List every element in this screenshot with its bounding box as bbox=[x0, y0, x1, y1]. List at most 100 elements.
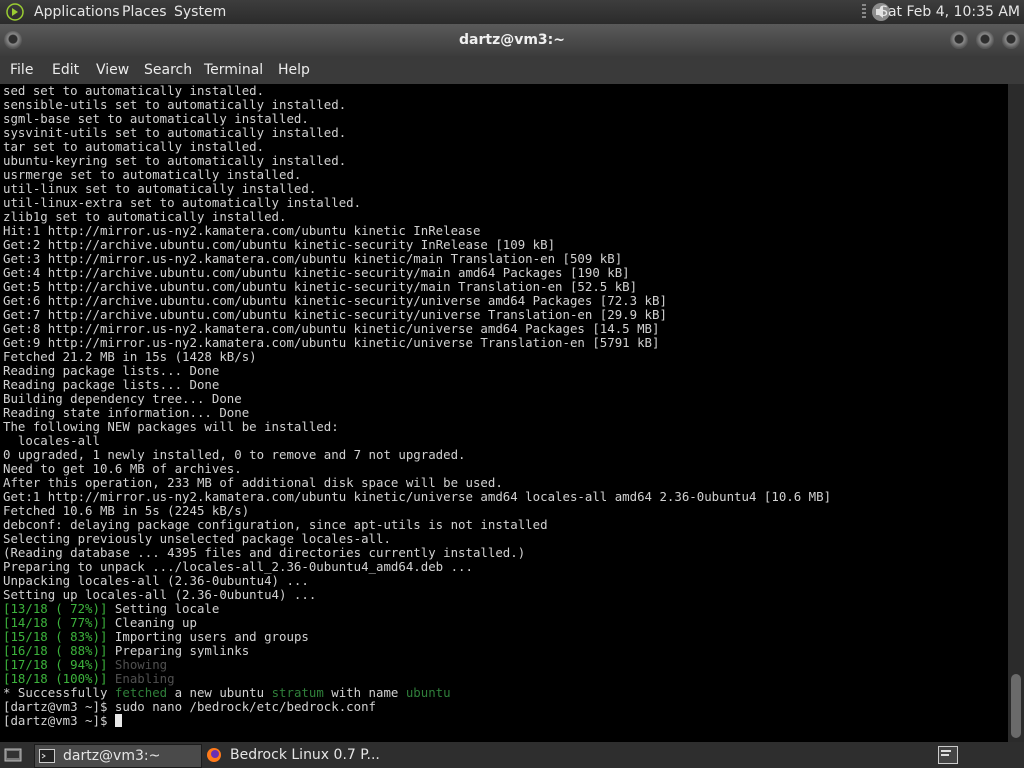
active-prompt-line[interactable]: [dartz@vm3 ~]$ bbox=[3, 713, 122, 728]
output-line: Get:2 http://archive.ubuntu.com/ubuntu k… bbox=[3, 237, 556, 252]
output-line: Get:3 http://mirror.us-ny2.kamatera.com/… bbox=[3, 251, 623, 266]
prompt-line: [dartz@vm3 ~]$ sudo nano /bedrock/etc/be… bbox=[3, 699, 376, 714]
progress-steps: [13/18 ( 72%)] Setting locale [14/18 ( 7… bbox=[3, 601, 309, 686]
terminal-scrollbar[interactable] bbox=[1008, 84, 1024, 742]
output-line: Reading package lists... Done bbox=[3, 363, 220, 378]
terminal-text: sed set to automatically installed. sens… bbox=[0, 84, 1008, 728]
show-desktop-icon[interactable] bbox=[4, 746, 22, 764]
places-menu[interactable]: Places bbox=[122, 0, 167, 24]
window-titlebar[interactable]: dartz@vm3:~ bbox=[0, 24, 1024, 56]
taskbar-terminal[interactable]: dartz@vm3:~ bbox=[34, 744, 202, 768]
success-mid2: with name bbox=[323, 685, 406, 700]
applications-menu[interactable]: Applications bbox=[34, 0, 120, 24]
terminal-icon bbox=[39, 749, 55, 763]
shell-prompt: [dartz@vm3 ~]$ bbox=[3, 699, 108, 714]
step-label: Setting locale bbox=[114, 601, 220, 616]
progress-step: [18/18 (100%)] Enabling bbox=[3, 671, 175, 686]
taskbar-firefox-label: Bedrock Linux 0.7 P... bbox=[230, 747, 380, 763]
step-label: Importing users and groups bbox=[114, 629, 309, 644]
text-cursor bbox=[114, 714, 122, 727]
taskbar-terminal-label: dartz@vm3:~ bbox=[63, 748, 161, 764]
menu-view[interactable]: View bbox=[96, 56, 129, 84]
step-label: Cleaning up bbox=[114, 615, 197, 630]
progress-step: [13/18 ( 72%)] Setting locale bbox=[3, 601, 219, 616]
success-word-name: ubuntu bbox=[405, 685, 451, 700]
success-word-fetched: fetched bbox=[114, 685, 168, 700]
output-line: debconf: delaying package configuration,… bbox=[3, 517, 548, 532]
minimize-button[interactable] bbox=[950, 31, 968, 49]
system-menu[interactable]: System bbox=[174, 0, 226, 24]
menu-file[interactable]: File bbox=[10, 56, 33, 84]
output-line: locales-all bbox=[3, 433, 100, 448]
success-word-stratum: stratum bbox=[271, 685, 324, 700]
close-button[interactable] bbox=[1002, 31, 1020, 49]
output-line: util-linux-extra set to automatically in… bbox=[3, 195, 362, 210]
step-label: Showing bbox=[114, 657, 168, 672]
output-line: Setting up locales-all (2.36-0ubuntu4) .… bbox=[3, 587, 317, 602]
output-line: sensible-utils set to automatically inst… bbox=[3, 97, 347, 112]
output-line: sysvinit-utils set to automatically inst… bbox=[3, 125, 347, 140]
menu-edit[interactable]: Edit bbox=[52, 56, 79, 84]
panel-grip bbox=[862, 4, 866, 20]
step-counter: [18/18 (100%)] bbox=[3, 671, 108, 686]
output-line: Selecting previously unselected package … bbox=[3, 531, 391, 546]
output-line: Need to get 10.6 MB of archives. bbox=[3, 461, 242, 476]
output-line: sgml-base set to automatically installed… bbox=[3, 111, 309, 126]
output-line: zlib1g set to automatically installed. bbox=[3, 209, 287, 224]
output-line: Reading package lists... Done bbox=[3, 377, 220, 392]
menubar: File Edit View Search Terminal Help bbox=[0, 56, 1024, 84]
step-counter: [13/18 ( 72%)] bbox=[3, 601, 108, 616]
output-line: (Reading database ... 4395 files and dir… bbox=[3, 545, 526, 560]
output-line: Fetched 10.6 MB in 5s (2245 kB/s) bbox=[3, 503, 250, 518]
success-prefix: * Successfully bbox=[3, 685, 115, 700]
workspace-icon[interactable] bbox=[938, 746, 958, 764]
output-line: 0 upgraded, 1 newly installed, 0 to remo… bbox=[3, 447, 466, 462]
output-line: Hit:1 http://mirror.us-ny2.kamatera.com/… bbox=[3, 223, 481, 238]
step-counter: [15/18 ( 83%)] bbox=[3, 629, 108, 644]
output-line: Get:6 http://archive.ubuntu.com/ubuntu k… bbox=[3, 293, 667, 308]
output-line: Get:7 http://archive.ubuntu.com/ubuntu k… bbox=[3, 307, 667, 322]
output-line: Get:5 http://archive.ubuntu.com/ubuntu k… bbox=[3, 279, 638, 294]
success-mid: a new ubuntu bbox=[167, 685, 272, 700]
output-line: sed set to automatically installed. bbox=[3, 84, 265, 98]
scrollbar-thumb[interactable] bbox=[1011, 674, 1021, 738]
maximize-button[interactable] bbox=[976, 31, 994, 49]
bottom-panel: dartz@vm3:~ Bedrock Linux 0.7 P... bbox=[0, 742, 1024, 768]
output-line: ubuntu-keyring set to automatically inst… bbox=[3, 153, 347, 168]
menu-search[interactable]: Search bbox=[144, 56, 192, 84]
output-line: The following NEW packages will be insta… bbox=[3, 419, 339, 434]
gnome-foot-icon[interactable] bbox=[6, 3, 24, 21]
output-line: tar set to automatically installed. bbox=[3, 139, 265, 154]
menu-help[interactable]: Help bbox=[278, 56, 310, 84]
window-title: dartz@vm3:~ bbox=[459, 32, 565, 48]
output-line: After this operation, 233 MB of addition… bbox=[3, 475, 503, 490]
output-line: Get:4 http://archive.ubuntu.com/ubuntu k… bbox=[3, 265, 630, 280]
output-line: Get:9 http://mirror.us-ny2.kamatera.com/… bbox=[3, 335, 660, 350]
clock[interactable]: Sat Feb 4, 10:35 AM bbox=[879, 0, 1020, 24]
progress-step: [17/18 ( 94%)] Showing bbox=[3, 657, 167, 672]
progress-step: [15/18 ( 83%)] Importing users and group… bbox=[3, 629, 309, 644]
step-label: Enabling bbox=[114, 671, 175, 686]
output-lines: sed set to automatically installed. sens… bbox=[3, 84, 831, 602]
output-line: Building dependency tree... Done bbox=[3, 391, 242, 406]
output-line: Get:8 http://mirror.us-ny2.kamatera.com/… bbox=[3, 321, 660, 336]
success-line: * Successfully fetched a new ubuntu stra… bbox=[3, 685, 451, 700]
step-label: Preparing symlinks bbox=[114, 643, 250, 658]
step-counter: [14/18 ( 77%)] bbox=[3, 615, 108, 630]
menu-terminal[interactable]: Terminal bbox=[204, 56, 263, 84]
output-line: Fetched 21.2 MB in 15s (1428 kB/s) bbox=[3, 349, 257, 364]
output-line: usrmerge set to automatically installed. bbox=[3, 167, 302, 182]
terminal-output[interactable]: sed set to automatically installed. sens… bbox=[0, 84, 1008, 742]
progress-step: [16/18 ( 88%)] Preparing symlinks bbox=[3, 643, 249, 658]
taskbar-firefox[interactable]: Bedrock Linux 0.7 P... bbox=[202, 744, 402, 766]
output-line: Unpacking locales-all (2.36-0ubuntu4) ..… bbox=[3, 573, 309, 588]
progress-step: [14/18 ( 77%)] Cleaning up bbox=[3, 615, 197, 630]
shell-command: sudo nano /bedrock/etc/bedrock.conf bbox=[114, 699, 376, 714]
step-counter: [16/18 ( 88%)] bbox=[3, 643, 108, 658]
output-line: Reading state information... Done bbox=[3, 405, 250, 420]
output-line: Get:1 http://mirror.us-ny2.kamatera.com/… bbox=[3, 489, 832, 504]
output-line: util-linux set to automatically installe… bbox=[3, 181, 317, 196]
step-counter: [17/18 ( 94%)] bbox=[3, 657, 108, 672]
shell-prompt-active: [dartz@vm3 ~]$ bbox=[3, 713, 108, 728]
top-panel: Applications Places System Sat Feb 4, 10… bbox=[0, 0, 1024, 24]
